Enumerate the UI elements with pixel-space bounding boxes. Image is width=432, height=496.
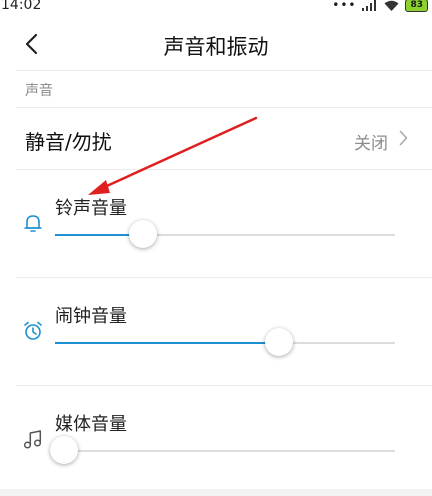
signal-icon <box>362 0 378 15</box>
music-note-icon <box>23 430 42 449</box>
silent-dnd-row[interactable]: 静音/勿扰 关闭 <box>0 110 432 168</box>
ringtone-volume-row: 铃声音量 <box>0 170 432 275</box>
bell-icon <box>24 215 42 232</box>
media-volume-label: 媒体音量 <box>55 414 127 435</box>
dnd-label: 静音/勿扰 <box>25 130 112 154</box>
status-icons: ••• 83 <box>332 0 428 12</box>
status-bar: 14:02 ••• 83 <box>0 0 432 14</box>
battery-indicator: 83 <box>405 0 428 12</box>
slider-thumb[interactable] <box>129 220 158 248</box>
wifi-icon <box>384 0 399 15</box>
ringtone-volume-slider[interactable] <box>55 220 395 248</box>
media-volume-slider[interactable] <box>49 436 395 464</box>
section-label: 声音 <box>25 83 53 99</box>
nav-bar: 声音和振动 <box>0 14 432 76</box>
media-volume-row: 媒体音量 <box>0 386 432 491</box>
ringtone-volume-label: 铃声音量 <box>55 198 127 219</box>
page-title: 声音和振动 <box>163 35 269 59</box>
slider-thumb[interactable] <box>265 328 294 356</box>
slider-thumb[interactable] <box>49 436 78 464</box>
alarm-volume-label: 闹钟音量 <box>55 306 127 327</box>
alarm-volume-slider[interactable] <box>55 328 395 356</box>
alarm-volume-row: 闹钟音量 <box>0 278 432 383</box>
slider-fill <box>55 342 280 344</box>
bottom-bar <box>0 489 432 496</box>
divider <box>16 107 432 108</box>
more-dots-icon: ••• <box>332 0 357 12</box>
status-time: 14:02 <box>1 0 42 13</box>
dnd-value: 关闭 <box>354 134 388 154</box>
chevron-right-icon <box>399 130 408 146</box>
alarm-clock-icon <box>24 321 42 340</box>
divider <box>16 70 432 71</box>
